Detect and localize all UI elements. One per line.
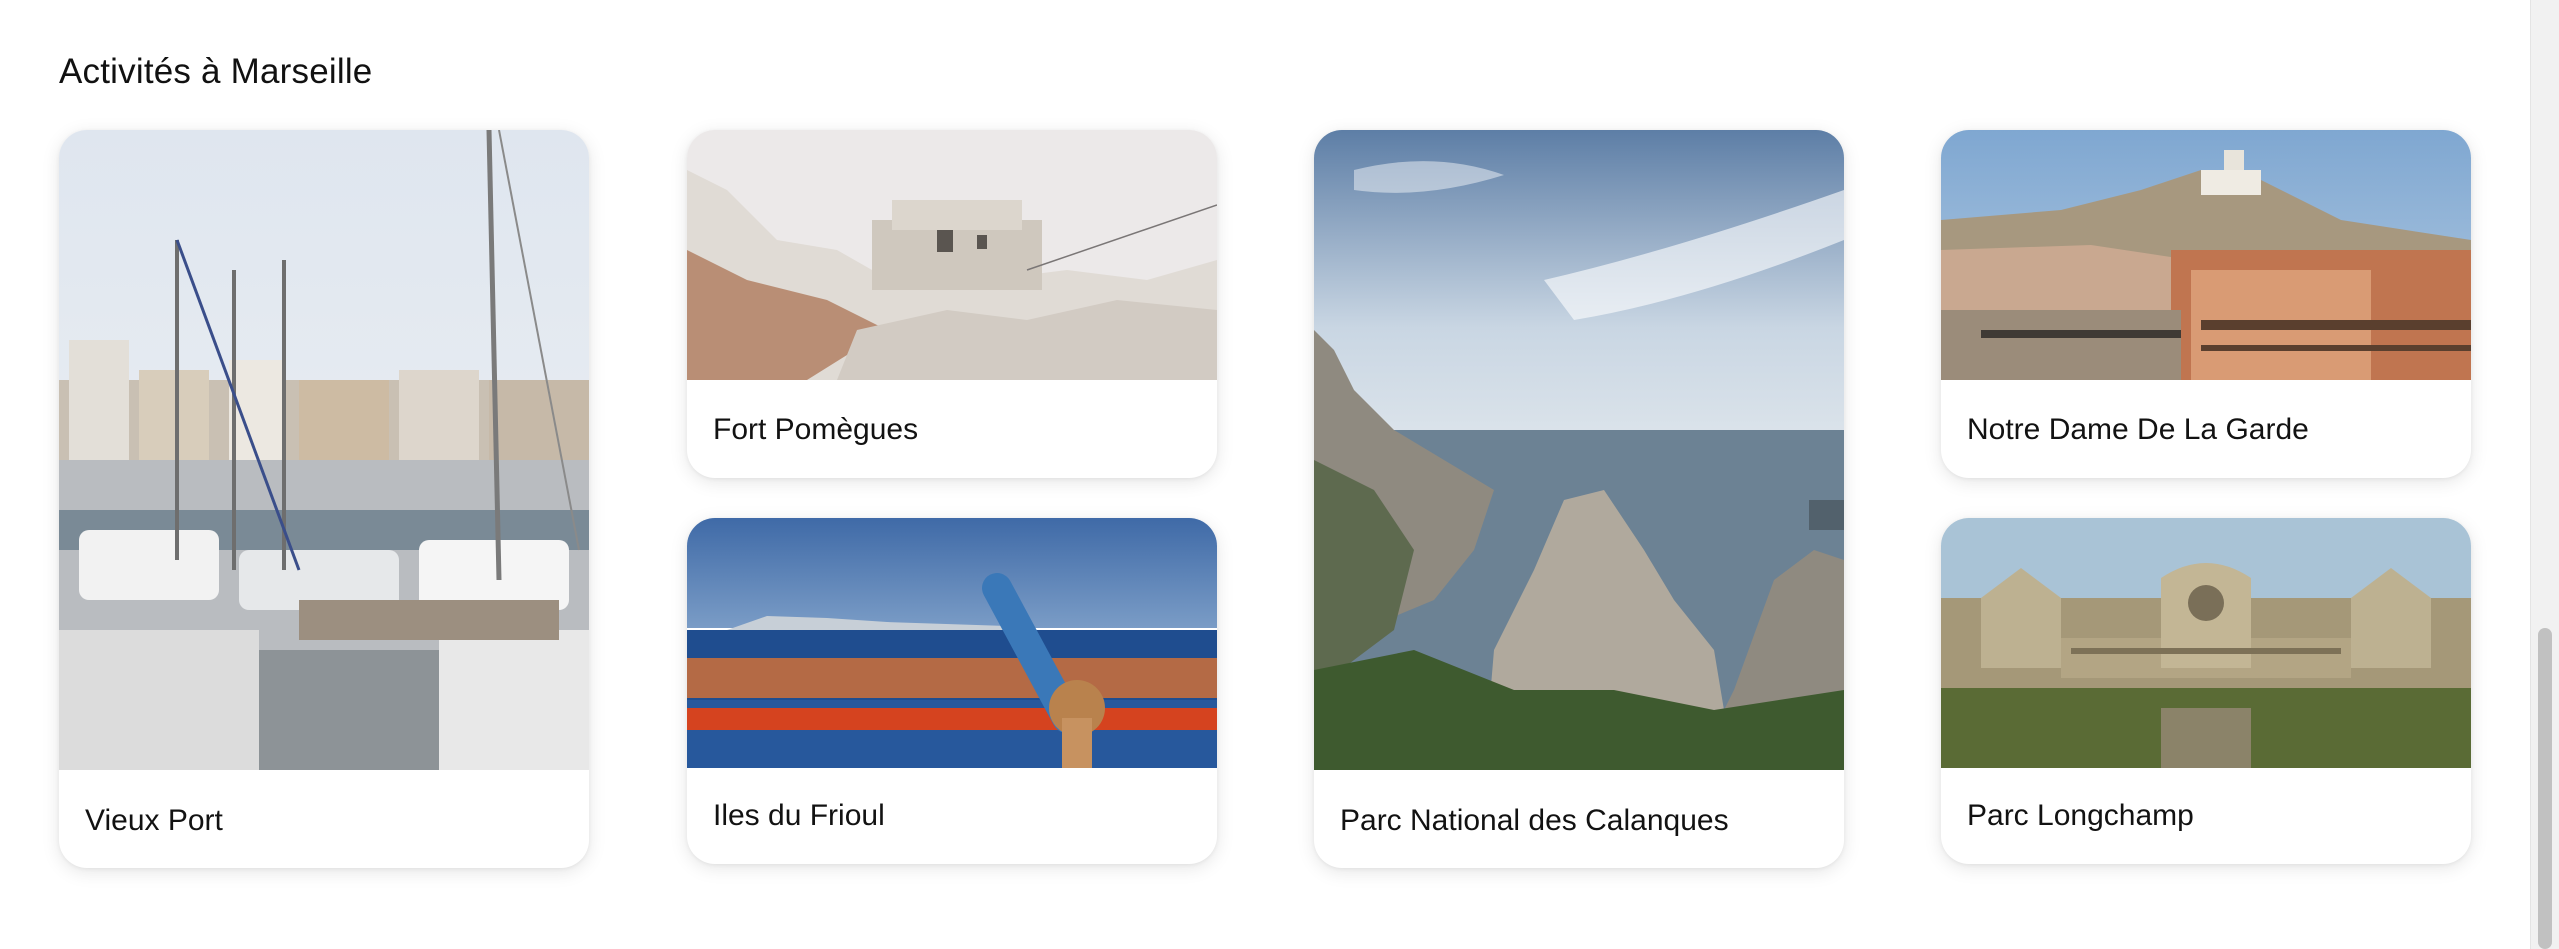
activity-card-parc-national-des-calanques[interactable]: Parc National des Calanques xyxy=(1314,130,1844,868)
iles-du-frioul-label: Iles du Frioul xyxy=(713,799,885,832)
page-scrollbar[interactable] xyxy=(2530,0,2559,949)
longchamp-label: Parc Longchamp xyxy=(1967,799,2194,832)
notre-dame-image xyxy=(1941,130,2471,380)
calanques-label: Parc National des Calanques xyxy=(1340,804,1729,837)
calanques-image xyxy=(1314,130,1844,770)
vieux-port-image xyxy=(59,130,589,770)
vieux-port-label: Vieux Port xyxy=(85,804,223,837)
iles-du-frioul-image xyxy=(687,518,1217,768)
longchamp-image xyxy=(1941,518,2471,768)
scrollbar-thumb[interactable] xyxy=(2538,628,2552,949)
fort-pomegues-image xyxy=(687,130,1217,380)
activity-card-vieux-port[interactable]: Vieux Port xyxy=(59,130,589,868)
activity-card-fort-pomegues[interactable]: Fort Pomègues xyxy=(687,130,1217,478)
activity-card-iles-du-frioul[interactable]: Iles du Frioul xyxy=(687,518,1217,864)
fort-pomegues-label: Fort Pomègues xyxy=(713,413,919,446)
notre-dame-label: Notre Dame De La Garde xyxy=(1967,413,2309,446)
activity-card-notre-dame-de-la-garde[interactable]: Notre Dame De La Garde xyxy=(1941,130,2471,478)
activity-card-parc-longchamp[interactable]: Parc Longchamp xyxy=(1941,518,2471,864)
section-title: Activités à Marseille xyxy=(59,52,373,91)
